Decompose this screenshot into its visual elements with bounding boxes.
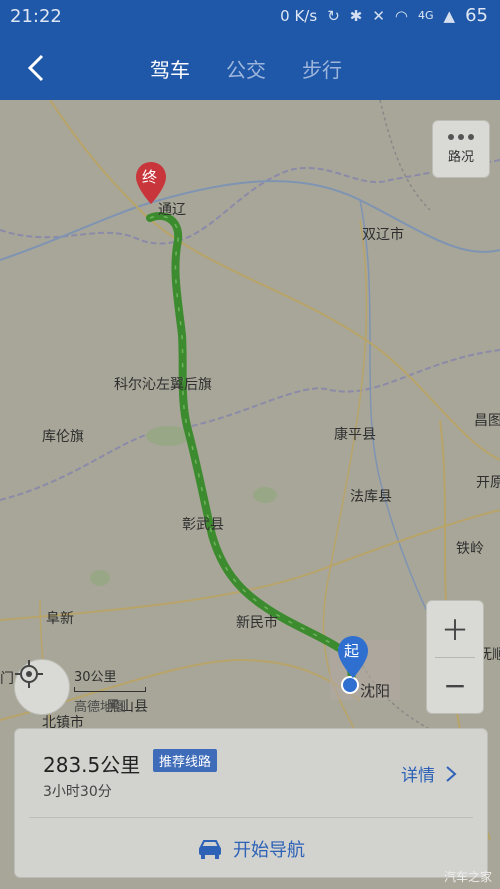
wifi-icon: ◠ xyxy=(394,6,409,25)
chevron-right-icon xyxy=(446,765,457,782)
scale-label: 30公里 xyxy=(74,670,117,685)
place-label: 双辽市 xyxy=(362,227,404,243)
zoom-out-button[interactable]: − xyxy=(427,657,483,713)
place-label: 开原 xyxy=(476,475,500,491)
status-bar: 21:22 0 K/s ↻ ✱ ✕ ◠ 4G ▲ 65 xyxy=(0,0,500,34)
place-label: 铁岭 xyxy=(456,541,484,557)
route-distance: 283.5公里 xyxy=(43,753,141,777)
place-label: 沈阳 xyxy=(360,682,391,700)
status-time: 21:22 xyxy=(10,6,62,27)
status-icons: 0 K/s ↻ ✱ ✕ ◠ 4G ▲ 65 xyxy=(280,5,488,26)
place-label: 彰武县 xyxy=(182,517,224,533)
more-dots-icon xyxy=(448,133,474,140)
place-label: 阜新 xyxy=(46,611,74,627)
car-icon xyxy=(199,840,221,859)
chevron-left-icon xyxy=(27,54,44,82)
battery-level: 65 xyxy=(465,5,488,26)
place-label: 门 xyxy=(0,671,14,687)
route-mode-header: 驾车 公交 步行 xyxy=(0,34,500,100)
scale-bar xyxy=(74,687,146,692)
traffic-label: 路况 xyxy=(447,149,474,165)
network-type: 4G xyxy=(418,9,434,22)
mute-icon: ✕ xyxy=(372,6,385,25)
start-marker[interactable]: 起 xyxy=(338,636,368,678)
place-label: 法库县 xyxy=(350,489,392,505)
start-marker-label: 起 xyxy=(344,642,360,660)
route-duration: 3小时30分 xyxy=(43,784,112,800)
route-details-link[interactable]: 详情 xyxy=(401,761,457,786)
tab-driving[interactable]: 驾车 xyxy=(150,54,190,83)
start-navigation-button[interactable]: 开始导航 xyxy=(15,827,487,871)
sync-icon: ↻ xyxy=(327,6,340,25)
tab-transit[interactable]: 公交 xyxy=(226,54,266,83)
traffic-toggle-button[interactable]: 路况 xyxy=(432,120,490,178)
place-label: 库伦旗 xyxy=(42,429,84,445)
locate-button[interactable] xyxy=(14,659,70,715)
end-marker[interactable]: 终 xyxy=(136,162,166,204)
watermark: 汽车之家 xyxy=(443,870,492,884)
zoom-controls: ＋ − xyxy=(426,600,484,714)
crosshair-icon xyxy=(15,660,43,688)
tab-walking[interactable]: 步行 xyxy=(302,54,342,83)
signal-icon: ▲ xyxy=(443,6,456,25)
back-button[interactable] xyxy=(18,50,54,86)
recommended-badge: 推荐线路 xyxy=(153,749,218,772)
details-label: 详情 xyxy=(401,766,435,786)
place-label: 新民市 xyxy=(236,615,278,631)
data-speed: 0 K/s xyxy=(280,6,318,25)
zoom-in-button[interactable]: ＋ xyxy=(427,601,483,657)
route-summary-card: 283.5公里 推荐线路 3小时30分 详情 开始导航 xyxy=(14,728,488,878)
transport-tabs: 驾车 公交 步行 xyxy=(150,54,342,83)
place-label: 通辽 xyxy=(158,202,186,218)
place-label: 康平县 xyxy=(334,427,376,443)
bluetooth-icon: ✱ xyxy=(349,6,363,25)
place-label: 科尔沁左翼后旗 xyxy=(114,377,212,393)
map-provider-logo: 高德地图 xyxy=(74,700,127,715)
place-label: 昌图 xyxy=(474,413,500,429)
end-marker-label: 终 xyxy=(142,168,158,186)
start-navigation-label: 开始导航 xyxy=(233,840,305,861)
map-scale: 30公里 xyxy=(74,666,146,692)
